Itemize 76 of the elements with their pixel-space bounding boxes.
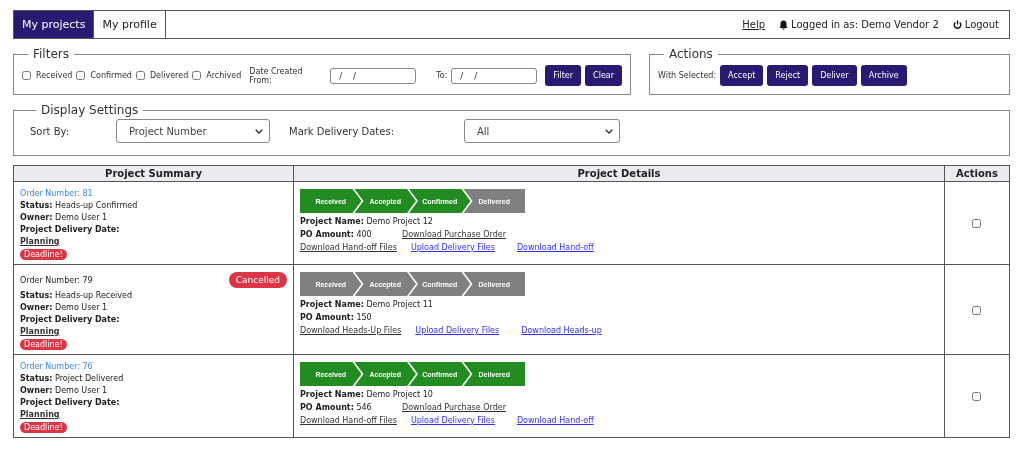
action-button[interactable]: Reject: [767, 65, 809, 86]
checkbox-label: Archived: [206, 71, 242, 80]
with-selected-label: With Selected:: [658, 71, 717, 80]
filter-checkbox[interactable]: [135, 71, 145, 80]
mark-dates-label: Mark Delivery Dates:: [289, 125, 395, 137]
planning-link[interactable]: Planning: [20, 327, 60, 336]
delivery-date-label: Project Delivery Date:: [20, 225, 120, 234]
delivery-date-label: Project Delivery Date:: [20, 398, 120, 407]
nav-tab[interactable]: My projects: [14, 11, 95, 38]
action-button[interactable]: Archive: [860, 65, 907, 86]
order-number: Order Number: 79: [20, 275, 93, 285]
file-link[interactable]: Download Hand-off Files: [300, 416, 397, 425]
date-to-label: To:: [436, 71, 448, 80]
filter-button[interactable]: Filter: [545, 65, 582, 86]
deadline-badge: Deadline!: [20, 422, 67, 433]
date-to-field[interactable]: / /: [451, 67, 538, 84]
planning-link[interactable]: Planning: [20, 237, 60, 246]
status-text: Status: Heads-up Received: [20, 291, 133, 300]
file-link[interactable]: Download Hand-off: [516, 243, 609, 252]
sort-dropdown[interactable]: Project Number: [116, 119, 270, 143]
po-amount: PO Amount: 400: [300, 230, 372, 239]
order-number-link[interactable]: Order Number: 81: [20, 189, 93, 198]
status-text: Status: Heads-up Confirmed: [20, 201, 138, 210]
column-header: Actions: [944, 165, 1010, 182]
column-header: Project Summary: [13, 165, 294, 182]
row-checkbox[interactable]: [972, 305, 981, 315]
caret-icon: [255, 128, 263, 134]
date-from-field[interactable]: / /: [330, 67, 417, 84]
planning-link[interactable]: Planning: [20, 410, 60, 419]
purchase-order-link[interactable]: Download Purchase Order: [402, 230, 506, 239]
owner-text: Owner: Demo User 1: [20, 303, 108, 312]
project-name: Project Name: Demo Project 11: [300, 300, 434, 309]
file-link[interactable]: Upload Delivery Files: [410, 416, 503, 425]
file-link[interactable]: Download Hand-off: [516, 416, 609, 425]
bell-icon: [779, 19, 789, 30]
cancelled-badge: Cancelled: [228, 272, 287, 288]
delivery-date-label: Project Delivery Date:: [20, 315, 120, 324]
checkbox-label: Received: [36, 71, 73, 80]
row-checkbox[interactable]: [972, 392, 981, 401]
sort-label: Sort By:: [30, 125, 71, 137]
panel-title: Filters: [32, 47, 70, 61]
help-link[interactable]: Help: [742, 19, 766, 30]
date-from-label: Date Created From:: [249, 66, 304, 85]
file-link[interactable]: Upload Delivery Files: [410, 243, 503, 252]
logout-link[interactable]: Logout: [964, 19, 999, 30]
panel-title: Actions: [668, 47, 714, 61]
status-text: Status: Project Delivered: [20, 374, 124, 383]
column-header: Project Details: [293, 165, 945, 182]
order-number-link[interactable]: Order Number: 76: [20, 362, 93, 371]
checkbox-label: Delivered: [149, 71, 189, 80]
project-name: Project Name: Demo Project 12: [300, 217, 434, 226]
action-button[interactable]: Deliver: [812, 65, 857, 86]
file-link[interactable]: Upload Delivery Files: [415, 326, 508, 335]
po-amount: PO Amount: 546: [300, 403, 372, 412]
caret-icon: [605, 128, 613, 134]
mark-dates-dropdown[interactable]: All: [464, 119, 620, 143]
filter-checkbox[interactable]: [76, 71, 86, 80]
filter-button[interactable]: Clear: [585, 65, 622, 86]
row-checkbox[interactable]: [972, 219, 981, 228]
file-link[interactable]: Download Hand-off Files: [300, 243, 397, 252]
logged-in-user: Logged in as: Demo Vendor 2: [791, 19, 939, 30]
owner-text: Owner: Demo User 1: [20, 386, 108, 395]
power-icon: [952, 19, 962, 30]
project-name: Project Name: Demo Project 10: [300, 390, 434, 399]
panel-title: Display Settings: [40, 103, 140, 117]
filter-checkbox[interactable]: [192, 71, 202, 80]
owner-text: Owner: Demo User 1: [20, 213, 108, 222]
deadline-badge: Deadline!: [20, 339, 67, 350]
file-link[interactable]: Download Heads-up: [521, 326, 614, 335]
action-button[interactable]: Accept: [720, 65, 764, 86]
purchase-order-link[interactable]: Download Purchase Order: [402, 403, 506, 412]
file-link[interactable]: Download Heads-Up Files: [300, 326, 402, 335]
filter-checkbox[interactable]: [22, 71, 31, 80]
deadline-badge: Deadline!: [20, 249, 67, 260]
po-amount: PO Amount: 150: [300, 313, 372, 322]
checkbox-label: Confirmed: [90, 71, 132, 80]
